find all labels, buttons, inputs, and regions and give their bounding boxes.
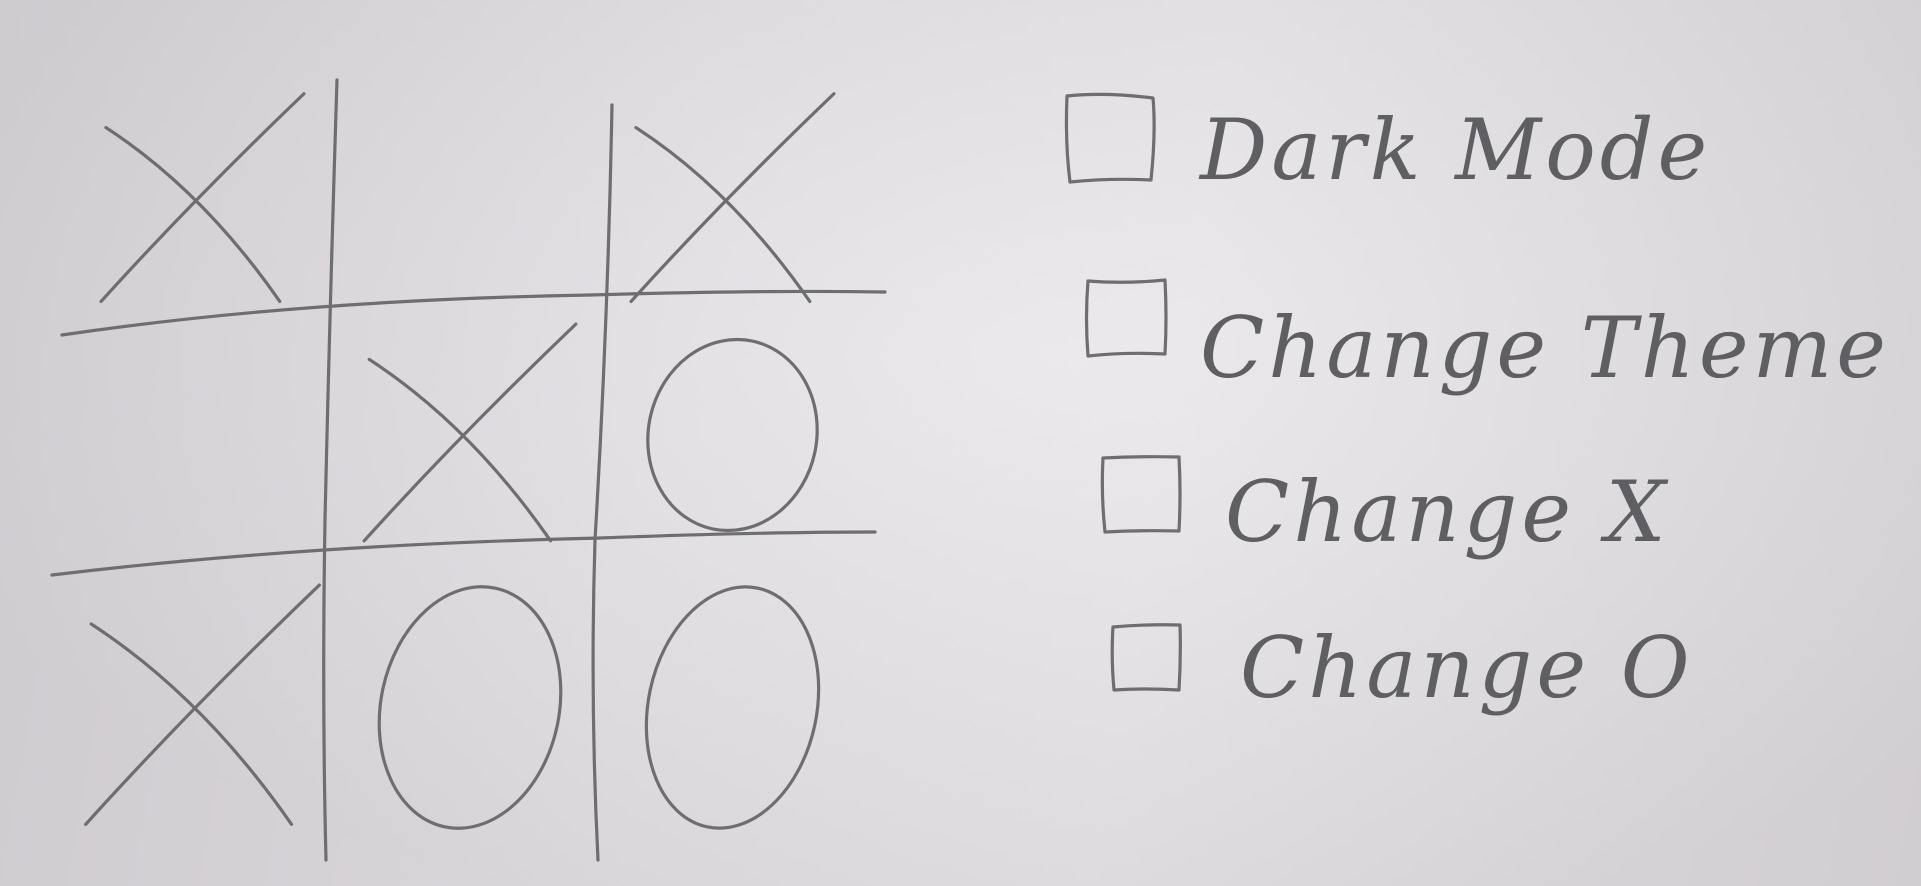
board-cell-r2-c1[interactable]	[70, 315, 335, 555]
change-theme-label: Change Theme	[1200, 299, 1890, 397]
option-change-o[interactable]: Change O	[1065, 598, 1915, 778]
board-cell-r1-c3[interactable]	[605, 85, 860, 315]
options-panel: Dark Mode Change Theme Change X Change O	[1064, 92, 1915, 812]
change-x-label: Change X	[1225, 463, 1670, 561]
change-x-checkbox[interactable]	[1100, 454, 1182, 534]
dark-mode-label: Dark Mode	[1200, 101, 1712, 199]
option-change-x[interactable]: Change X	[1065, 434, 1915, 614]
change-theme-checkbox[interactable]	[1084, 278, 1169, 358]
board-cell-r2-c2[interactable]	[335, 315, 605, 555]
option-change-theme[interactable]: Change Theme	[1065, 268, 1915, 448]
board-cell-r3-c3[interactable]	[605, 555, 860, 860]
option-dark-mode[interactable]: Dark Mode	[1064, 92, 1915, 272]
board-cell-r3-c1[interactable]	[70, 555, 335, 860]
board-cell-r2-c3[interactable]	[605, 315, 860, 555]
change-o-checkbox[interactable]	[1110, 622, 1182, 692]
change-o-label: Change O	[1240, 619, 1694, 717]
board-cells	[70, 85, 860, 860]
board-cell-r1-c2[interactable]	[335, 85, 605, 315]
dark-mode-checkbox[interactable]	[1064, 92, 1157, 184]
board-cell-r1-c1[interactable]	[70, 85, 335, 315]
board-cell-r3-c2[interactable]	[335, 555, 605, 860]
